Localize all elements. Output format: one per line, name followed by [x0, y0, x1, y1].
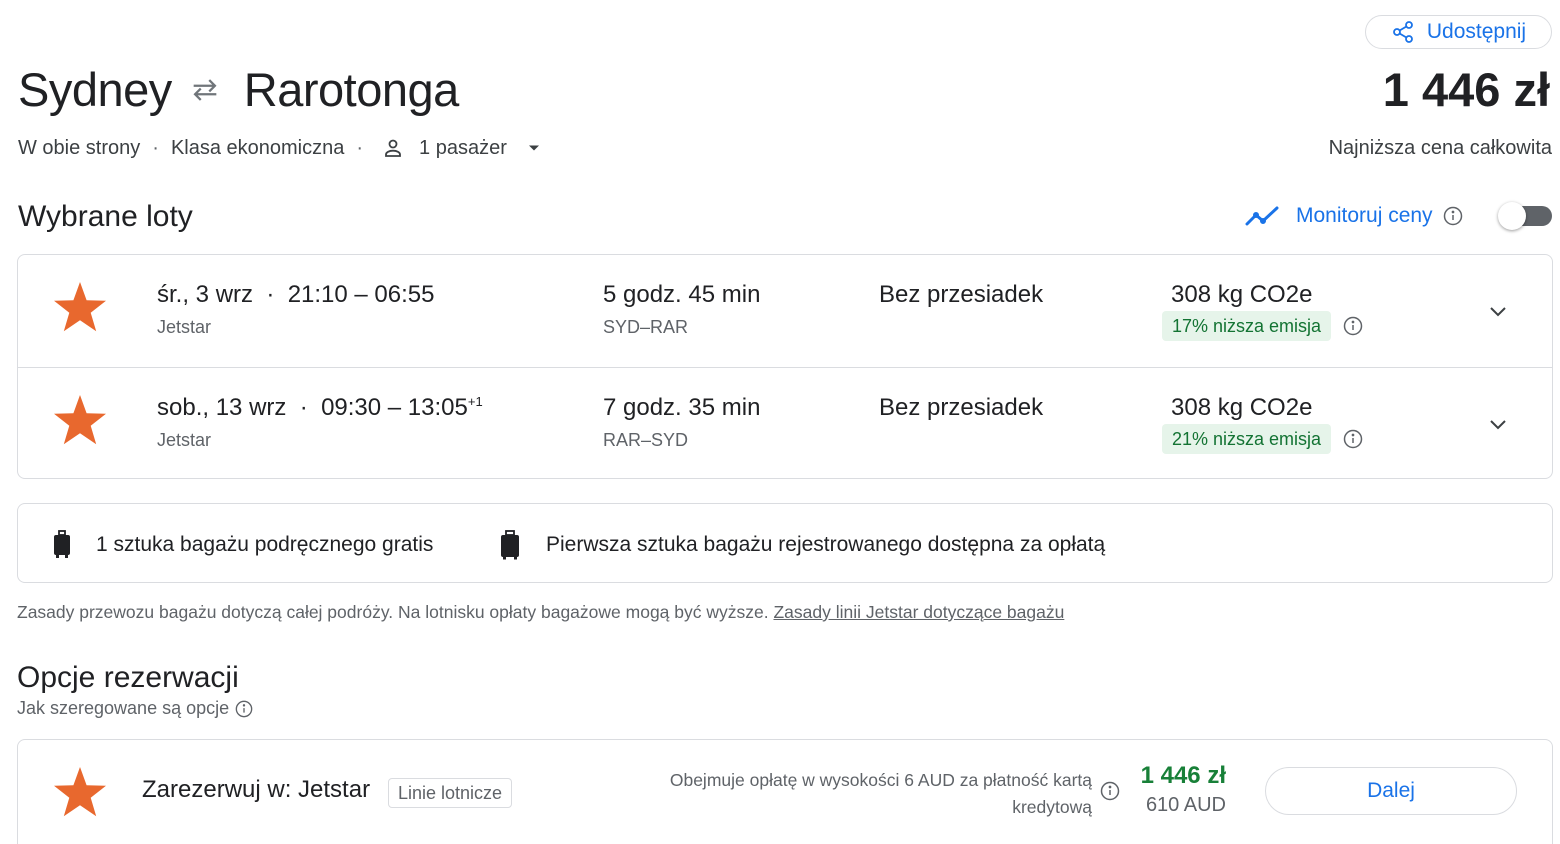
person-icon — [385, 139, 401, 157]
info-icon[interactable] — [1343, 429, 1363, 449]
baggage-note: Zasady przewozu bagażu dotyczą całej pod… — [17, 602, 1064, 623]
fee-line-2: kredytową — [1012, 797, 1092, 817]
checked-bag-icon — [501, 530, 519, 560]
trip-type: W obie strony — [18, 136, 141, 159]
chevron-down-icon[interactable] — [1486, 412, 1510, 436]
sort-info-text: Jak szeregowane są opcje — [17, 698, 230, 718]
jetstar-logo-icon — [54, 282, 106, 332]
booking-provider: Zarezerwuj w: Jetstar — [142, 776, 371, 803]
selected-flights-list: śr., 3 wrz · 21:10 – 06:55 Jetstar 5 god… — [17, 254, 1553, 479]
card-fee-note: Obejmuje opłatę w wysokości 6 AUD za pła… — [670, 767, 1092, 821]
share-label: Udostępnij — [1426, 20, 1527, 43]
trending-up-icon — [1245, 206, 1279, 226]
jetstar-logo-icon — [54, 395, 106, 445]
flight-duration: 5 godz. 45 min — [603, 281, 761, 308]
separator-dot: · — [356, 136, 364, 159]
day-offset: +1 — [467, 394, 483, 409]
info-icon[interactable] — [1343, 316, 1363, 336]
destination-city: Rarotonga — [243, 63, 460, 116]
flight-date: sob., 13 wrz — [157, 394, 287, 421]
checked-bag-text: Pierwsza sztuka bagażu rejestrowanego do… — [546, 533, 1106, 556]
total-price: 1 446 zł — [1382, 63, 1550, 116]
price-caption: Najniższa cena całkowita — [1328, 137, 1552, 159]
origin-city: Sydney — [18, 63, 172, 116]
flight-times: 21:10 – 06:55 — [287, 281, 435, 308]
route-title: Sydney Rarotonga — [18, 62, 459, 117]
monitor-label: Monitoruj ceny — [1296, 204, 1433, 227]
toggle-knob — [1498, 202, 1526, 230]
booking-price: 1 446 zł — [1140, 762, 1226, 789]
fee-line-1: Obejmuje opłatę w wysokości 6 AUD za pła… — [669, 770, 1092, 790]
booking-price-aud: 610 AUD — [1145, 794, 1226, 816]
caret-down-icon — [528, 145, 539, 151]
airline-name: Jetstar — [157, 317, 212, 337]
chevron-down-icon[interactable] — [1486, 299, 1510, 323]
passenger-selector[interactable]: 1 pasażer — [375, 136, 541, 160]
continue-button[interactable]: Dalej — [1265, 767, 1517, 815]
checked-bag-info: Pierwsza sztuka bagażu rejestrowanego do… — [498, 530, 1105, 560]
monitor-prices[interactable]: Monitoruj ceny — [1244, 202, 1463, 230]
flight-stops: Bez przesiadek — [879, 394, 1044, 421]
info-icon[interactable] — [1443, 206, 1463, 226]
flight-row-return[interactable]: sob., 13 wrz · 09:30 – 13:05+1 Jetstar 7… — [18, 367, 1552, 479]
monitor-toggle[interactable] — [1498, 202, 1554, 230]
emission-badge: 21% niższa emisja — [1162, 424, 1332, 454]
baggage-policy-link[interactable]: Zasady linii Jetstar dotyczące bagażu — [773, 602, 1064, 622]
flight-duration: 7 godz. 35 min — [603, 394, 761, 421]
info-icon — [235, 700, 253, 717]
share-icon — [1392, 21, 1413, 43]
flight-times: 09:30 – 13:05 — [321, 394, 468, 421]
flight-airports: RAR–SYD — [603, 430, 689, 450]
carry-on-text: 1 sztuka bagażu podręcznego gratis — [96, 533, 434, 556]
sort-info[interactable]: Jak szeregowane są opcje — [17, 698, 253, 719]
selected-flights-title: Wybrane loty — [18, 200, 193, 233]
flight-airports: SYD–RAR — [603, 317, 689, 337]
jetstar-logo-icon — [54, 767, 106, 817]
flight-stops: Bez przesiadek — [879, 281, 1044, 308]
flight-date-time: sob., 13 wrz · 09:30 – 13:05+1 — [157, 394, 483, 421]
airline-name: Jetstar — [157, 430, 212, 450]
carry-on-info: 1 sztuka bagażu podręcznego gratis — [50, 530, 433, 560]
flight-co2: 308 kg CO2e — [1171, 281, 1313, 308]
provider-type-chip: Linie lotnicze — [388, 778, 513, 808]
emission-badge: 17% niższa emisja — [1162, 311, 1332, 341]
cabin-class: Klasa ekonomiczna — [170, 136, 345, 159]
carry-on-bag-icon — [54, 530, 70, 558]
flight-row-outbound[interactable]: śr., 3 wrz · 21:10 – 06:55 Jetstar 5 god… — [18, 255, 1552, 367]
info-icon[interactable] — [1100, 781, 1120, 801]
flight-co2: 308 kg CO2e — [1171, 394, 1313, 421]
passenger-count: 1 pasażer — [419, 136, 507, 159]
swap-arrows-icon — [193, 78, 217, 101]
share-button[interactable]: Udostępnij — [1365, 15, 1552, 49]
booking-options-title: Opcje rezerwacji — [17, 661, 239, 694]
baggage-info: 1 sztuka bagażu podręcznego gratis Pierw… — [17, 503, 1553, 583]
baggage-note-text: Zasady przewozu bagażu dotyczą całej pod… — [17, 602, 769, 622]
trip-options: W obie strony · Klasa ekonomiczna · 1 pa… — [18, 136, 541, 160]
booking-option: Zarezerwuj w: Jetstar Linie lotnicze Obe… — [17, 739, 1553, 844]
flight-date: śr., 3 wrz — [157, 281, 254, 308]
flight-date-time: śr., 3 wrz · 21:10 – 06:55 — [157, 281, 435, 308]
separator-dot: · — [152, 136, 159, 159]
